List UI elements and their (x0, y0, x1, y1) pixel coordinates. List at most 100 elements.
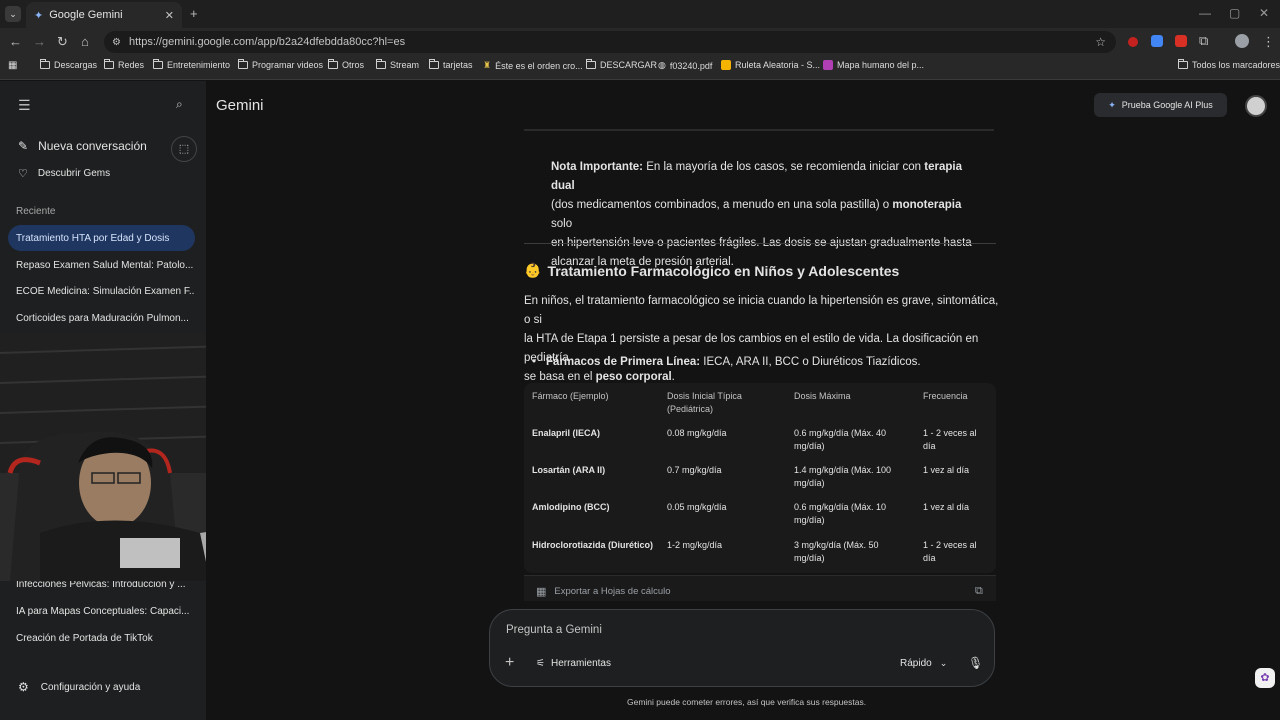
floating-extension-icon[interactable]: ✿ (1255, 668, 1275, 688)
minimize-icon[interactable]: — (1199, 6, 1211, 20)
tab-search-button[interactable]: ⌄ (5, 6, 21, 22)
bookmark-descargar[interactable]: DESCARGAR (586, 59, 657, 70)
folder-icon (1178, 59, 1188, 69)
sparkle-icon: ✦ (1108, 99, 1116, 110)
edit-icon: ✎ (18, 139, 29, 153)
close-tab-icon[interactable]: ✕ (165, 9, 174, 22)
bookmark-label: Programar videos (252, 60, 324, 70)
forward-icon[interactable]: → (33, 34, 46, 49)
export-sheets-button[interactable]: ▦ Exportar a Hojas de cálculo (536, 585, 671, 598)
settings-help-button[interactable]: ⚙ Configuración y ayuda (18, 680, 140, 694)
recent-chat-item[interactable]: Repaso Examen Salud Mental: Patolo... (8, 252, 195, 278)
paragraph-bold: peso corporal (595, 371, 672, 383)
bookmark-stream[interactable]: Stream (376, 59, 419, 70)
extensions-puzzle-icon[interactable]: ⧉ (1199, 33, 1208, 49)
close-window-icon[interactable]: ✕ (1259, 6, 1269, 20)
browser-menu-icon[interactable]: ⋮ (1262, 34, 1275, 50)
bookmark-entretenimiento[interactable]: Entretenimiento (153, 59, 230, 70)
extension-red-icon[interactable] (1128, 37, 1138, 47)
temporary-chat-icon[interactable]: ⬚ (171, 136, 197, 162)
folder-icon (429, 59, 439, 69)
extension-m-icon[interactable] (1175, 35, 1187, 47)
bookmark-mapa-humano[interactable]: Mapa humano del p... (823, 60, 924, 70)
tools-label: Herramientas (550, 658, 611, 669)
bookmark-label: Mapa humano del p... (837, 60, 925, 70)
table-cell: 1 - 2 veces al día (923, 540, 977, 563)
export-label: Exportar a Hojas de cálculo (554, 586, 671, 597)
table-header: Fármaco (Ejemplo) (532, 391, 609, 401)
profile-avatar-icon[interactable] (1235, 34, 1249, 48)
new-chat-button[interactable]: ✎ Nueva conversación (18, 139, 147, 153)
bookmark-programar-videos[interactable]: Programar videos (238, 59, 324, 70)
table-cell: 1 - 2 veces al día (923, 428, 977, 451)
bookmark-orden-cro[interactable]: ♜ Éste es el orden cro... (483, 60, 583, 71)
recent-chat-item[interactable]: Corticoides para Maduración Pulmon... (8, 305, 195, 331)
table-cell: 3 mg/kg/día (Máx. 50 mg/día) (794, 540, 879, 563)
recent-chat-item[interactable]: ECOE Medicina: Simulación Examen F... (8, 278, 195, 304)
folder-icon (586, 59, 596, 69)
add-attachment-icon[interactable]: + (505, 654, 514, 672)
recent-chat-item[interactable]: IA para Mapas Conceptuales: Capaci... (8, 598, 195, 624)
divider-top (524, 129, 994, 131)
table-cell: Enalapril (IECA) (532, 428, 601, 438)
note-text: (dos medicamentos combinados, a menudo e… (551, 199, 893, 211)
search-icon[interactable]: ⌕ (176, 97, 183, 112)
chevron-down-icon: ⌄ (939, 658, 948, 668)
microphone-icon[interactable]: 🎙 (968, 656, 983, 670)
apps-grid-icon[interactable]: ▦ (8, 60, 17, 71)
table-cell: 0.05 mg/kg/día (667, 502, 727, 512)
bookmark-label: Éste es el orden cro... (495, 60, 583, 71)
tab-gemini[interactable]: ✦ Google Gemini ✕ (26, 2, 182, 28)
note-line: Nota Importante: En la mayoría de los ca… (551, 158, 981, 196)
table-icon: ▦ (536, 586, 547, 598)
user-avatar[interactable] (1245, 95, 1267, 117)
table-cell: Hidroclorotiazida (Diurético) (532, 540, 654, 550)
all-bookmarks[interactable]: Todos los marcadores (1178, 59, 1280, 70)
bookmark-redes[interactable]: Redes (104, 59, 144, 70)
bookmark-ruleta[interactable]: Ruleta Aleatoria - S... (721, 60, 820, 70)
bullet-bold: Fármacos de Primera Línea: (546, 356, 701, 368)
note-bold: Nota Importante: (551, 161, 643, 173)
bookmark-tarjetas[interactable]: tarjetas (429, 59, 473, 70)
bookmark-pdf[interactable]: ◍ f03240.pdf (658, 60, 712, 71)
home-icon[interactable]: ⌂ (81, 34, 89, 49)
paragraph: En niños, el tratamiento farmacológico s… (524, 292, 1004, 387)
table-header: Frecuencia (923, 391, 968, 401)
mode-label: Rápido (900, 658, 932, 669)
url-text: https://gemini.google.com/app/b2a24dfebd… (128, 36, 406, 48)
settings-label: Configuración y ayuda (40, 681, 141, 693)
upgrade-button[interactable]: ✦ Prueba Google AI Plus (1094, 93, 1227, 117)
menu-icon[interactable]: ☰ (18, 97, 31, 114)
bookmark-star-icon[interactable]: ☆ (1095, 35, 1106, 49)
reload-icon[interactable]: ↻ (57, 34, 68, 50)
address-bar[interactable]: ⚙ https://gemini.google.com/app/b2a24dfe… (104, 31, 1116, 53)
bookmark-otros[interactable]: Otros (328, 59, 365, 70)
maximize-icon[interactable]: ▢ (1229, 6, 1240, 20)
translate-extension-icon[interactable] (1151, 35, 1163, 47)
tools-button[interactable]: ⚟ Herramientas (536, 658, 611, 669)
copy-icon[interactable]: ⧉ (975, 585, 983, 598)
tab-title: Google Gemini (49, 9, 123, 21)
bookmark-label: Ruleta Aleatoria - S... (735, 60, 821, 70)
back-icon[interactable]: ← (9, 34, 22, 49)
prompt-box: Pregunta a Gemini + ⚟ Herramientas Rápid… (489, 609, 995, 687)
app-title: Gemini (216, 97, 264, 114)
bookmark-label: Otros (342, 60, 365, 70)
table-cell: 1-2 mg/kg/día (667, 540, 723, 550)
folder-icon (328, 59, 338, 69)
discover-gems-button[interactable]: ♡ Descubrir Gems (18, 167, 110, 180)
table-cell: 1 vez al día (923, 465, 970, 475)
bookmark-label: tarjetas (443, 60, 473, 70)
tools-sliders-icon: ⚟ (536, 658, 545, 669)
folder-icon (40, 59, 50, 69)
recent-chat-item[interactable]: Tratamiento HTA por Edad y Dosis (8, 225, 195, 251)
bookmark-descargas[interactable]: Descargas (40, 59, 97, 70)
recent-chat-item[interactable]: Creación de Portada de TikTok (8, 625, 195, 651)
globe-icon: ◍ (658, 60, 666, 70)
bullet-text: IECA, ARA II, BCC o Diuréticos Tiazídico… (700, 356, 921, 368)
new-chat-label: Nueva conversación (38, 139, 147, 153)
prompt-input[interactable]: Pregunta a Gemini (506, 624, 602, 636)
mode-selector[interactable]: Rápido ⌄ (900, 658, 947, 669)
new-tab-button[interactable]: + (190, 6, 198, 21)
site-info-icon[interactable]: ⚙ (112, 37, 121, 48)
